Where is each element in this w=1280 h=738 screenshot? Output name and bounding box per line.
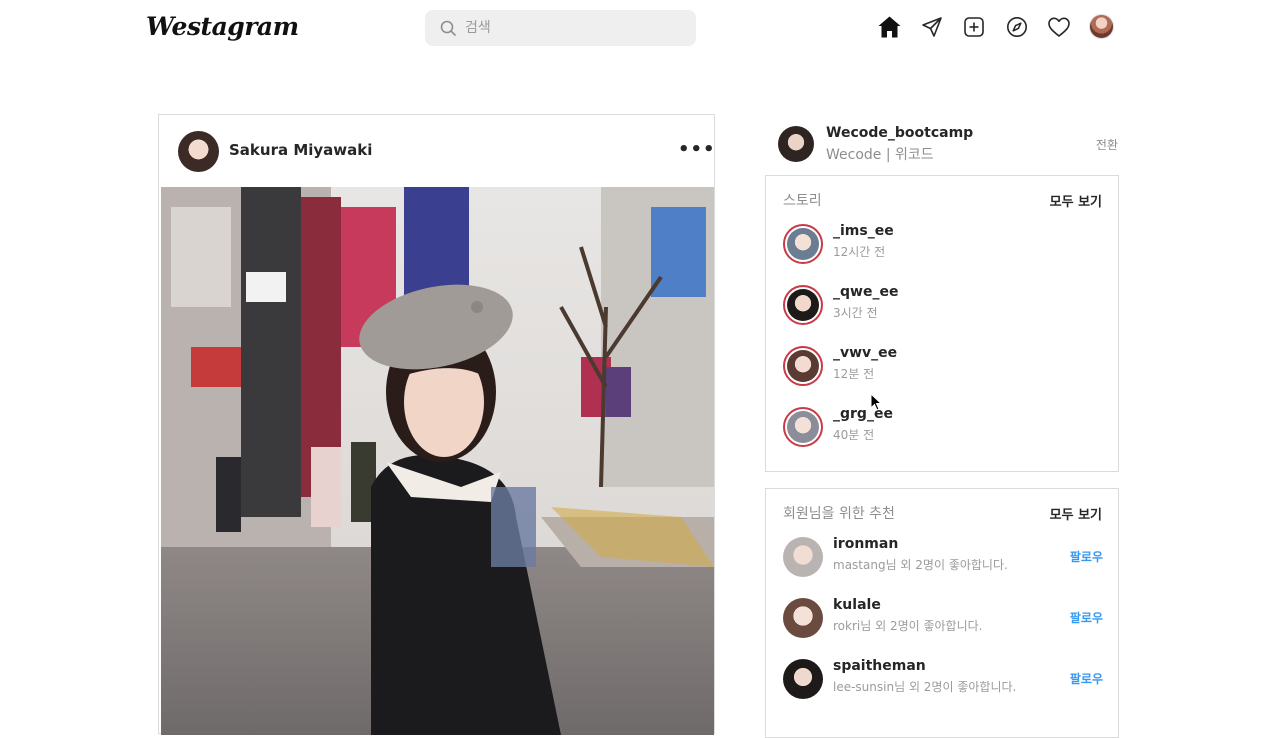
- story-time: 3시간 전: [833, 306, 878, 320]
- search-icon: [440, 20, 456, 36]
- suggestion-subtitle: mastang님 외 2명이 좋아합니다.: [833, 558, 1008, 572]
- mouse-cursor-icon: [870, 393, 882, 411]
- story-item[interactable]: _vwv_ee 12분 전: [783, 344, 1103, 388]
- logo[interactable]: Westagram: [146, 12, 299, 41]
- suggestions-title: 회원님을 위한 추천: [783, 506, 895, 522]
- home-icon[interactable]: [876, 14, 902, 40]
- search-input[interactable]: [465, 18, 685, 38]
- story-item[interactable]: _grg_ee 40분 전: [783, 405, 1103, 449]
- suggestion-item: spaitheman lee-sunsin님 외 2명이 좋아합니다. 팔로우: [783, 657, 1103, 701]
- more-options-icon[interactable]: •••: [678, 139, 716, 160]
- story-username[interactable]: _ims_ee: [833, 223, 894, 239]
- story-avatar[interactable]: [783, 407, 823, 447]
- post-image[interactable]: [161, 187, 714, 735]
- story-time: 40분 전: [833, 428, 875, 442]
- feed-post: Sakura Miyawaki •••: [158, 114, 716, 735]
- current-user-subtitle: Wecode | 위코드: [826, 147, 934, 163]
- story-avatar[interactable]: [783, 346, 823, 386]
- stories-title: 스토리: [783, 193, 822, 209]
- suggestions-see-all-button[interactable]: 모두 보기: [1050, 504, 1102, 523]
- suggestion-item: kulale rokri님 외 2명이 좋아합니다. 팔로우: [783, 596, 1103, 640]
- suggestion-username[interactable]: spaitheman: [833, 658, 926, 674]
- suggestion-username[interactable]: ironman: [833, 536, 898, 552]
- switch-account-button[interactable]: 전환: [1096, 136, 1118, 153]
- suggestions-panel: 회원님을 위한 추천 모두 보기 ironman mastang님 외 2명이 …: [765, 488, 1119, 738]
- story-item[interactable]: _ims_ee 12시간 전: [783, 222, 1103, 266]
- follow-button[interactable]: 팔로우: [1070, 548, 1103, 565]
- post-author-name[interactable]: Sakura Miyawaki: [229, 141, 372, 159]
- heart-icon[interactable]: [1046, 14, 1072, 40]
- post-photo: [161, 187, 714, 735]
- search-bar[interactable]: [425, 10, 696, 46]
- story-username[interactable]: _grg_ee: [833, 406, 893, 422]
- story-avatar[interactable]: [783, 224, 823, 264]
- follow-button[interactable]: 팔로우: [1070, 670, 1103, 687]
- suggestion-subtitle: lee-sunsin님 외 2명이 좋아합니다.: [833, 680, 1017, 694]
- compass-icon[interactable]: [1004, 14, 1030, 40]
- suggestion-avatar[interactable]: [783, 598, 823, 638]
- profile-avatar[interactable]: [1089, 14, 1114, 39]
- current-user: Wecode_bootcamp Wecode | 위코드 전환: [778, 124, 1118, 168]
- suggestion-item: ironman mastang님 외 2명이 좋아합니다. 팔로우: [783, 535, 1103, 579]
- stories-panel: 스토리 모두 보기 _ims_ee 12시간 전 _qwe_ee 3시간 전 _…: [765, 175, 1119, 472]
- suggestion-subtitle: rokri님 외 2명이 좋아합니다.: [833, 619, 983, 633]
- story-username[interactable]: _vwv_ee: [833, 345, 897, 361]
- story-avatar[interactable]: [783, 285, 823, 325]
- story-time: 12분 전: [833, 367, 875, 381]
- story-item[interactable]: _qwe_ee 3시간 전: [783, 283, 1103, 327]
- suggestion-avatar[interactable]: [783, 659, 823, 699]
- stories-see-all-button[interactable]: 모두 보기: [1050, 191, 1102, 210]
- plus-square-icon[interactable]: [961, 14, 987, 40]
- paper-plane-icon[interactable]: [919, 14, 945, 40]
- current-user-name[interactable]: Wecode_bootcamp: [826, 125, 973, 141]
- suggestion-avatar[interactable]: [783, 537, 823, 577]
- suggestion-username[interactable]: kulale: [833, 597, 881, 613]
- follow-button[interactable]: 팔로우: [1070, 609, 1103, 626]
- post-header: Sakura Miyawaki •••: [159, 115, 716, 187]
- current-user-avatar[interactable]: [778, 126, 814, 162]
- post-author-avatar[interactable]: [178, 131, 219, 172]
- story-username[interactable]: _qwe_ee: [833, 284, 898, 300]
- top-nav: Westagram: [0, 0, 1280, 56]
- story-time: 12시간 전: [833, 245, 886, 259]
